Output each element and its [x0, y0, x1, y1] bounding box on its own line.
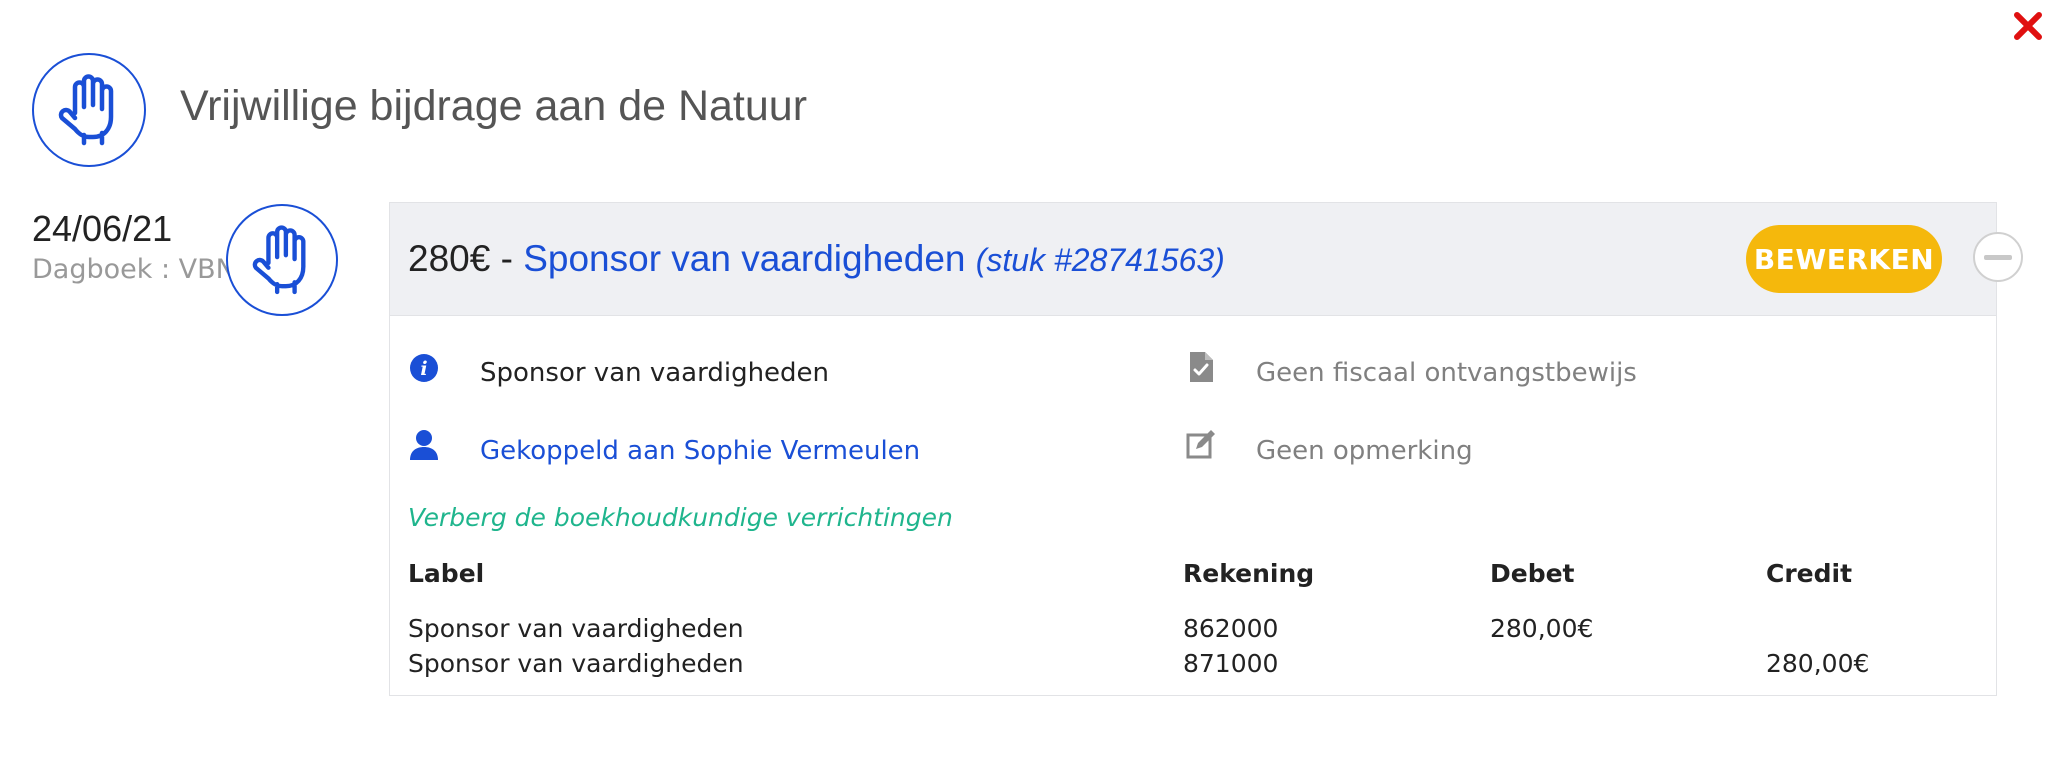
svg-text:i: i [420, 358, 427, 380]
table-cell-label: Sponsor van vaardigheden [408, 649, 744, 678]
fiscal-receipt-status: Geen fiscaal ontvangstbewijs [1256, 358, 1637, 388]
entry-title: 280€ - Sponsor van vaardigheden (stuk #2… [408, 233, 1225, 286]
entry-card-header: 280€ - Sponsor van vaardigheden (stuk #2… [390, 203, 2023, 316]
table-cell-credit: 280,00€ [1766, 649, 1870, 678]
linked-person-link[interactable]: Gekoppeld aan Sophie Vermeulen [480, 433, 920, 469]
table-cell-debit: 280,00€ [1490, 614, 1594, 643]
table-cell-label: Sponsor van vaardigheden [408, 614, 744, 643]
entry-separator: - [490, 238, 524, 279]
table-cell-account: 862000 [1183, 614, 1279, 643]
user-icon [408, 429, 440, 461]
entry-card: 280€ - Sponsor van vaardigheden (stuk #2… [389, 202, 2023, 696]
table-cell-account: 871000 [1183, 649, 1279, 678]
close-button[interactable] [2008, 6, 2048, 46]
collapse-button[interactable] [1973, 232, 2023, 282]
edit-note-icon [1185, 429, 1217, 461]
entry-category-badge [226, 204, 338, 316]
document-check-icon [1185, 351, 1217, 383]
table-header-account: Rekening [1183, 559, 1315, 588]
close-icon [2014, 12, 2042, 40]
remark-status: Geen opmerking [1256, 436, 1473, 466]
page-title: Vrijwillige bijdrage aan de Natuur [180, 82, 808, 130]
entry-date: 24/06/21 [32, 208, 173, 249]
entry-name: Sponsor van vaardigheden [523, 238, 966, 279]
info-icon: i [408, 352, 440, 384]
raised-hand-icon [58, 74, 114, 146]
journal-code: Dagboek : VBN [32, 254, 236, 285]
entry-piece-number: (stuk #28741563) [975, 242, 1225, 278]
toggle-accounting-link[interactable]: Verberg de boekhoudkundige verrichtingen [408, 503, 953, 532]
table-header-label: Label [408, 559, 485, 588]
edit-button[interactable]: BEWERKEN [1746, 225, 1942, 293]
raised-hand-icon [252, 225, 306, 295]
minus-circle-icon [1984, 254, 2012, 260]
category-badge [32, 53, 146, 167]
table-header-credit: Credit [1766, 559, 1853, 588]
info-label: Sponsor van vaardigheden [480, 358, 830, 388]
entry-amount: 280€ [408, 238, 491, 279]
table-header-debit: Debet [1490, 559, 1575, 588]
